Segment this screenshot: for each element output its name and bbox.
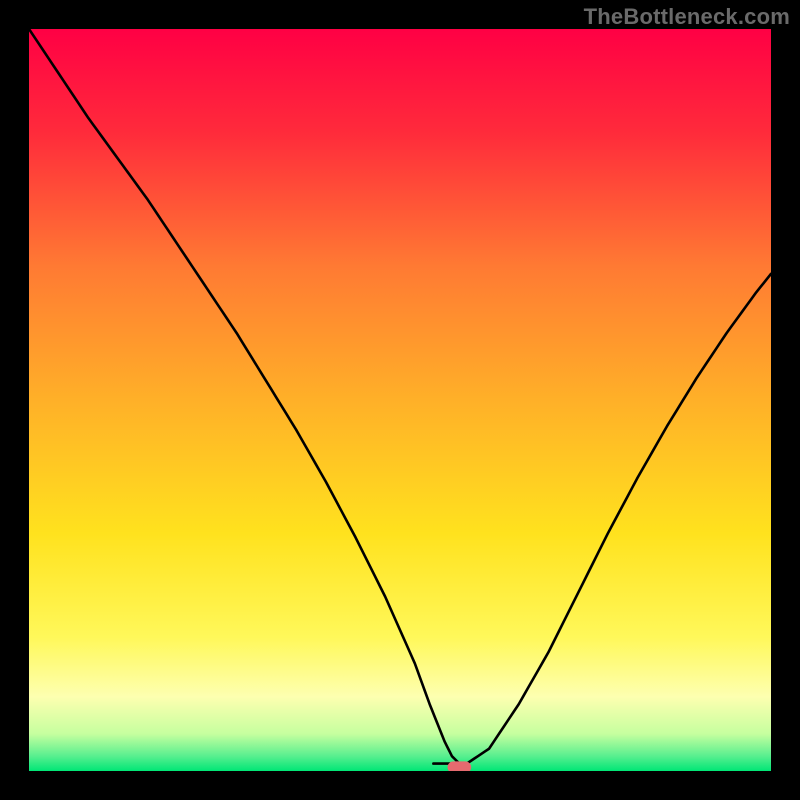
watermark-text: TheBottleneck.com (584, 4, 790, 30)
chart-frame: TheBottleneck.com (0, 0, 800, 800)
optimum-marker (447, 761, 471, 771)
bottleneck-chart (29, 29, 771, 771)
gradient-background (29, 29, 771, 771)
